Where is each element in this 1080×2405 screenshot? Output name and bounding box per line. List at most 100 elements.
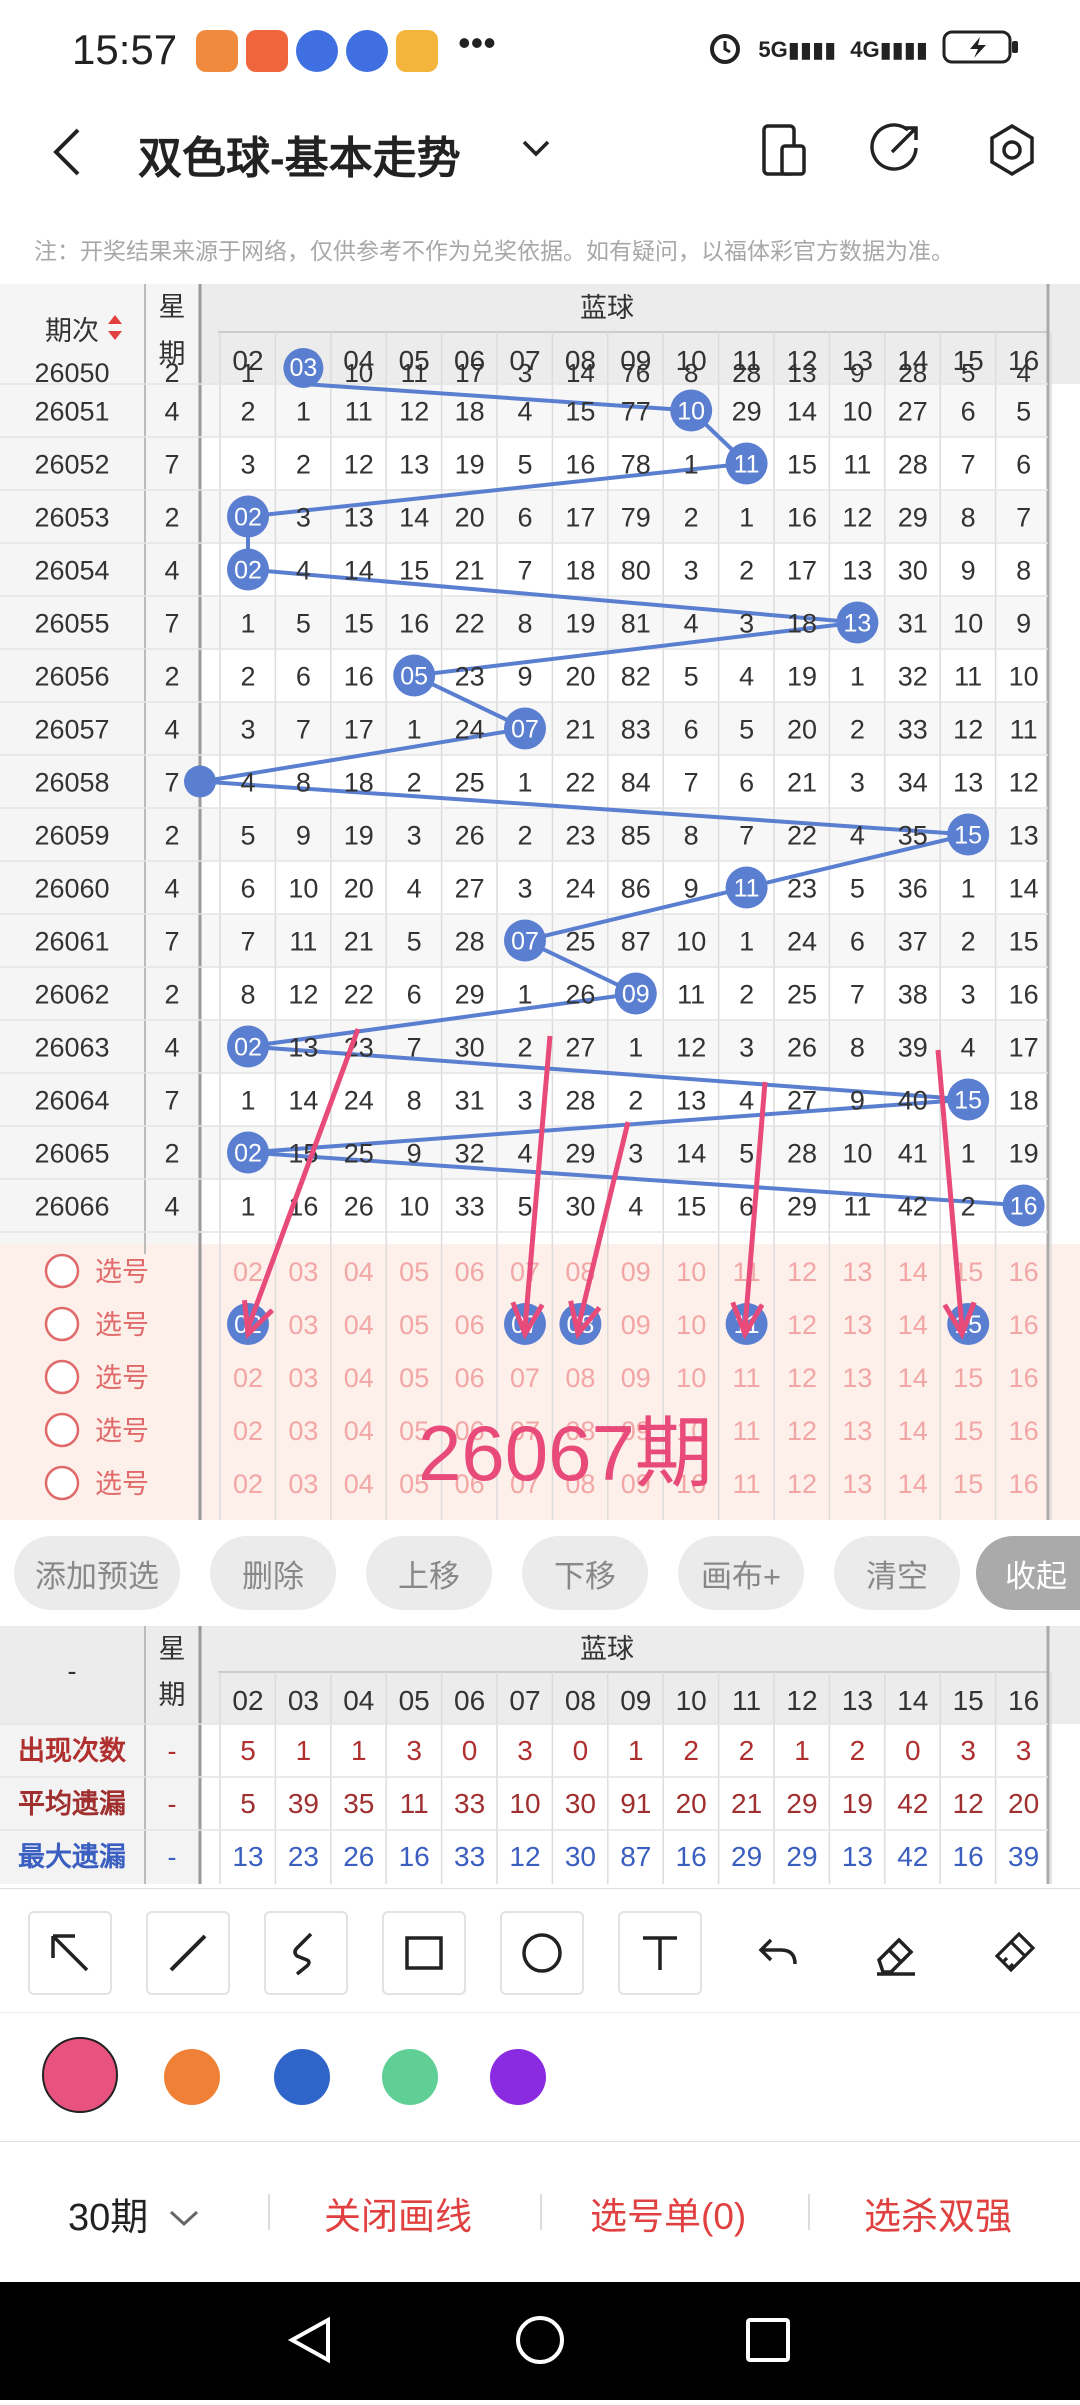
pick-number-cell[interactable]: 06: [455, 1363, 485, 1393]
pick-number-cell[interactable]: 16: [1009, 1416, 1039, 1446]
pick-number-cell[interactable]: 11: [733, 1416, 761, 1446]
pick-number-cell[interactable]: 06: [455, 1257, 485, 1287]
pick-number-cell[interactable]: 03: [288, 1416, 318, 1446]
omission-cell: 9: [296, 821, 311, 851]
pick-row-radio[interactable]: [44, 1306, 80, 1342]
pick-number-cell[interactable]: 02: [233, 1469, 263, 1499]
share-icon[interactable]: [868, 122, 922, 183]
period-selector[interactable]: 30期: [68, 2186, 201, 2241]
pick-list-button[interactable]: 选号单(0): [590, 2186, 746, 2240]
pick-number-cell[interactable]: 16: [1009, 1310, 1039, 1340]
pick-number-cell[interactable]: 12: [787, 1257, 817, 1287]
omission-cell: 1: [628, 1033, 643, 1063]
collapse-button[interactable]: 收起: [976, 1536, 1080, 1610]
circle-tool-button[interactable]: [500, 1911, 584, 1995]
rectangle-tool-button[interactable]: [382, 1911, 466, 1995]
pick-number-cell[interactable]: 13: [842, 1416, 872, 1446]
color-swatch-blue[interactable]: [274, 2049, 330, 2105]
pick-number-cell[interactable]: 12: [787, 1416, 817, 1446]
pick-number-cell[interactable]: 08: [565, 1363, 595, 1393]
line-tool-button[interactable]: [146, 1911, 230, 1995]
delete-button[interactable]: 删除: [210, 1536, 336, 1610]
pick-number-cell[interactable]: 12: [787, 1310, 817, 1340]
pick-number-cell[interactable]: 04: [344, 1469, 374, 1499]
omission-cell: 2: [739, 980, 754, 1010]
device-toggle-icon[interactable]: [758, 122, 808, 183]
undo-button[interactable]: [736, 1911, 820, 1995]
pick-number-cell[interactable]: 09: [621, 1363, 651, 1393]
pick-number-cell[interactable]: 14: [898, 1257, 928, 1287]
pick-number-cell[interactable]: 15: [953, 1416, 983, 1446]
pick-row-radio[interactable]: [44, 1412, 80, 1448]
pick-number-cell[interactable]: 04: [344, 1310, 374, 1340]
move-down-button[interactable]: 下移: [522, 1536, 648, 1610]
pick-number-cell[interactable]: 04: [344, 1416, 374, 1446]
omission-cell: 21: [565, 715, 595, 745]
pick-number-cell[interactable]: 07: [510, 1363, 540, 1393]
pick-number-cell[interactable]: 10: [676, 1257, 706, 1287]
page-title[interactable]: 双色球-基本走势: [138, 122, 461, 186]
pick-row-radio[interactable]: [44, 1253, 80, 1289]
pick-number-cell[interactable]: 13: [842, 1257, 872, 1287]
pick-number-cell[interactable]: 03: [288, 1257, 318, 1287]
pick-number-cell[interactable]: 02: [233, 1257, 263, 1287]
pick-number-cell[interactable]: 05: [399, 1363, 429, 1393]
pick-number-cell[interactable]: 12: [787, 1469, 817, 1499]
color-swatch-purple[interactable]: [490, 2049, 546, 2105]
clear-button[interactable]: 清空: [834, 1536, 960, 1610]
color-swatch-pink[interactable]: [42, 2037, 118, 2113]
pick-row-radio[interactable]: [44, 1359, 80, 1395]
pick-number-cell[interactable]: 06: [455, 1310, 485, 1340]
pick-number-cell[interactable]: 14: [898, 1416, 928, 1446]
nav-recents-icon[interactable]: [746, 2318, 790, 2362]
pick-number-cell[interactable]: 02: [233, 1363, 263, 1393]
chevron-down-icon[interactable]: [520, 136, 552, 165]
pick-number-cell[interactable]: 12: [787, 1363, 817, 1393]
move-up-button[interactable]: 上移: [366, 1536, 492, 1610]
pick-number-cell[interactable]: 07: [510, 1257, 540, 1287]
pick-number-cell[interactable]: 13: [842, 1469, 872, 1499]
clear-brush-button[interactable]: [972, 1911, 1056, 1995]
pick-number-cell[interactable]: 16: [1009, 1363, 1039, 1393]
pick-number-cell[interactable]: 13: [842, 1310, 872, 1340]
pick-number-cell[interactable]: 03: [288, 1469, 318, 1499]
settings-icon[interactable]: [986, 122, 1038, 183]
pick-number-cell[interactable]: 04: [344, 1257, 374, 1287]
pick-number-cell[interactable]: 14: [898, 1469, 928, 1499]
pick-number-cell[interactable]: 16: [1009, 1257, 1039, 1287]
pick-number-cell[interactable]: 09: [621, 1310, 651, 1340]
pick-number-cell[interactable]: 14: [898, 1310, 928, 1340]
add-preselect-button[interactable]: 添加预选: [14, 1536, 180, 1610]
text-tool-button[interactable]: [618, 1911, 702, 1995]
pick-number-cell[interactable]: 16: [1009, 1469, 1039, 1499]
pick-number-cell[interactable]: 10: [676, 1310, 706, 1340]
pick-number-cell[interactable]: 10: [676, 1363, 706, 1393]
kill-strong-button[interactable]: 选杀双强: [864, 2186, 1012, 2240]
nav-home-icon[interactable]: [516, 2316, 564, 2364]
pick-number-cell[interactable]: 14: [898, 1363, 928, 1393]
back-button[interactable]: [48, 124, 88, 185]
pick-number-cell[interactable]: 09: [621, 1257, 651, 1287]
arrow-tool-button[interactable]: [28, 1911, 112, 1995]
pick-number-cell[interactable]: 11: [733, 1363, 761, 1393]
omission-cell: 23: [565, 821, 595, 851]
color-swatch-green[interactable]: [382, 2049, 438, 2105]
pick-number-cell[interactable]: 15: [953, 1469, 983, 1499]
pick-row-radio[interactable]: [44, 1465, 80, 1501]
canvas-plus-button[interactable]: 画布+: [678, 1536, 804, 1610]
pick-number-cell[interactable]: 03: [288, 1310, 318, 1340]
pick-number-cell[interactable]: 13: [842, 1363, 872, 1393]
curve-tool-button[interactable]: [264, 1911, 348, 1995]
nav-back-icon[interactable]: [287, 2316, 330, 2364]
pick-number-cell[interactable]: 11: [733, 1469, 761, 1499]
pick-number-cell[interactable]: 03: [288, 1363, 318, 1393]
pick-number-cell[interactable]: 02: [233, 1416, 263, 1446]
pick-number-cell[interactable]: 05: [399, 1257, 429, 1287]
pick-number-cell[interactable]: 04: [344, 1363, 374, 1393]
color-swatch-orange[interactable]: [164, 2049, 220, 2105]
pick-number-cell[interactable]: 05: [399, 1310, 429, 1340]
pick-number-cell[interactable]: 15: [953, 1363, 983, 1393]
stats-value-cell: 16: [676, 1841, 707, 1872]
close-drawing-button[interactable]: 关闭画线: [324, 2186, 472, 2240]
eraser-button[interactable]: [854, 1911, 938, 1995]
